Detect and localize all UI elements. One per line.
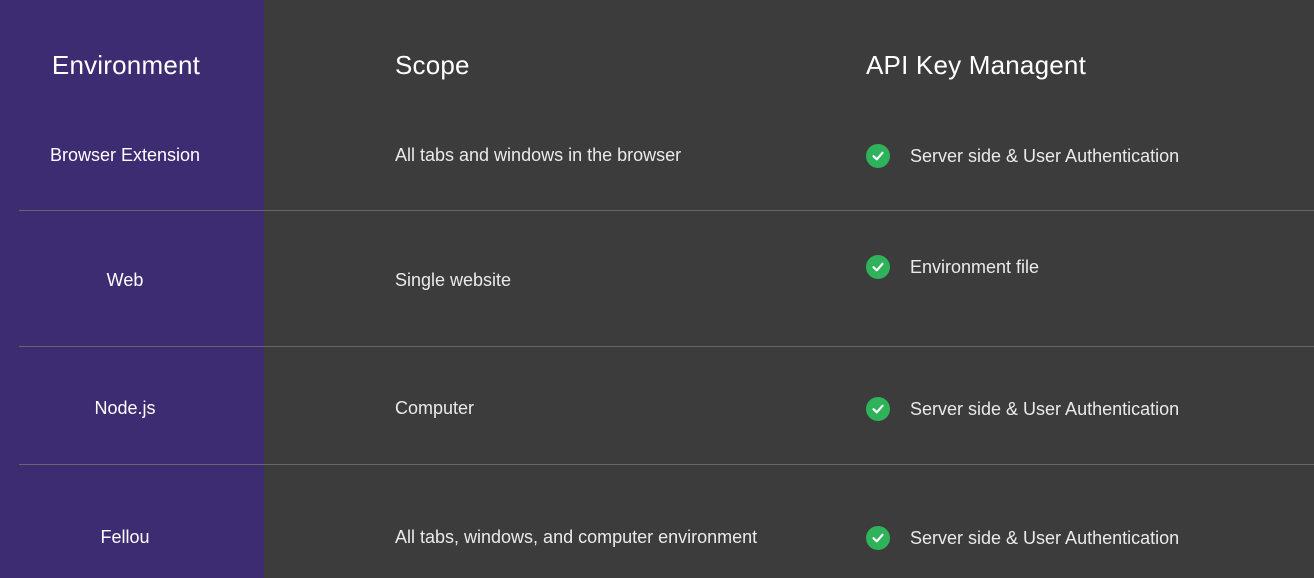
api-label: Environment file — [910, 256, 1040, 277]
check-circle-icon — [866, 397, 890, 421]
api-label: Server side & User Authentication — [910, 527, 1180, 548]
scope-web: Single website — [395, 270, 512, 290]
row-divider — [19, 346, 1314, 347]
environment-fellou: Fellou — [100, 527, 150, 547]
api-browser-extension: Server side & User Authentication — [866, 144, 1179, 168]
check-circle-icon — [866, 144, 890, 168]
api-label: Server side & User Authentication — [910, 398, 1180, 419]
scope-header: Scope — [395, 50, 470, 80]
environment-browser-extension: Browser Extension — [49, 145, 201, 165]
api-nodejs: Server side & User Authentication — [866, 397, 1179, 421]
scope-browser-extension: All tabs and windows in the browser — [395, 145, 682, 165]
scope-fellou: All tabs, windows, and computer environm… — [395, 527, 758, 547]
api-key-management-header: API Key Managent — [866, 50, 1086, 80]
row-divider — [19, 464, 1314, 465]
api-fellou: Server side & User Authentication — [866, 526, 1179, 550]
environment-web: Web — [106, 270, 144, 290]
api-web: Environment file — [866, 255, 1039, 279]
check-circle-icon — [866, 526, 890, 550]
scope-nodejs: Computer — [395, 398, 475, 418]
environment-nodejs: Node.js — [94, 398, 156, 418]
check-circle-icon — [866, 255, 890, 279]
api-label: Server side & User Authentication — [910, 145, 1180, 166]
row-divider — [19, 210, 1314, 211]
environment-header: Environment — [51, 50, 201, 80]
